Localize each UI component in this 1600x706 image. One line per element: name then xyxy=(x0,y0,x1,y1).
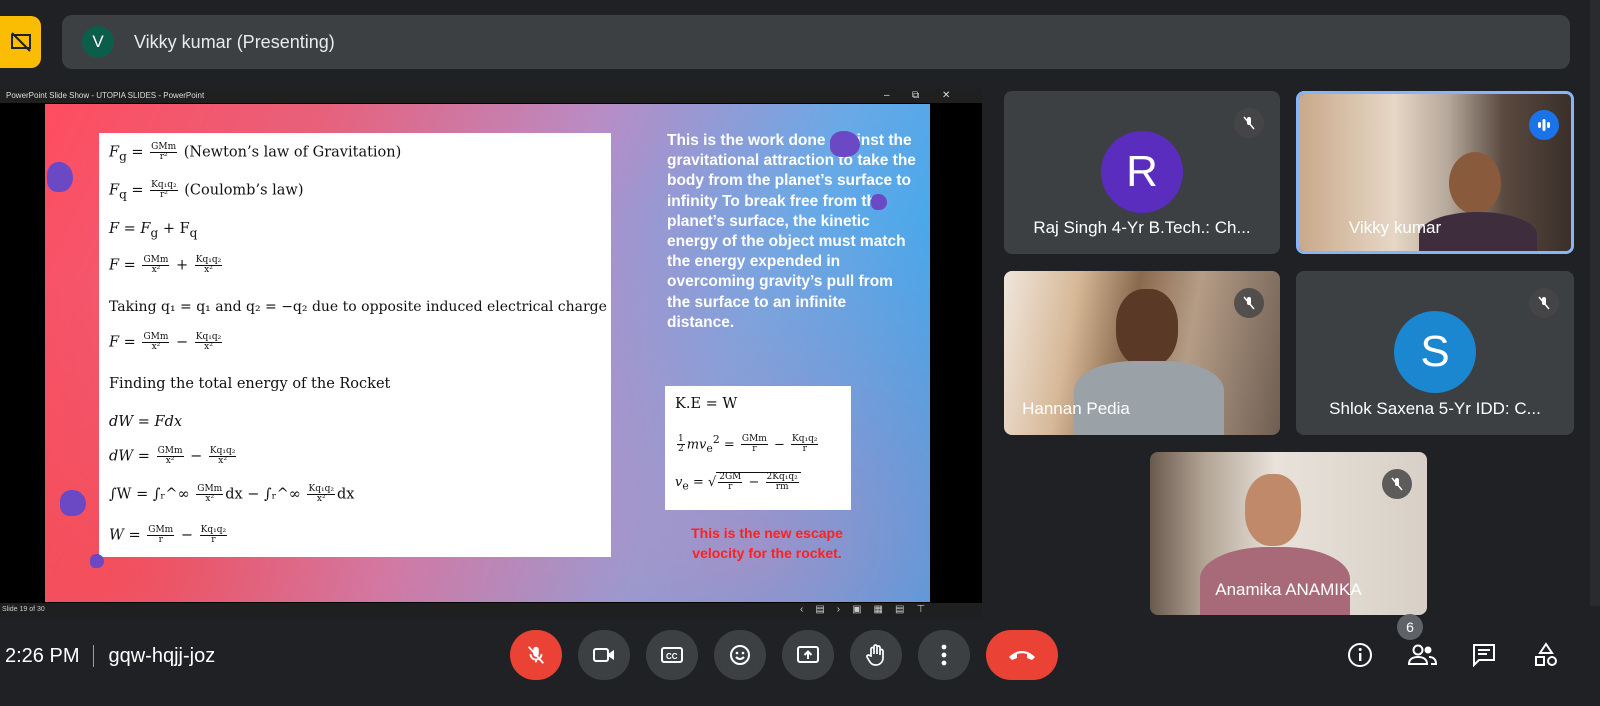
equation-sum: F = Fg + Fq xyxy=(109,221,198,240)
presenter-avatar: V xyxy=(82,26,114,58)
more-vert-icon xyxy=(941,644,947,666)
equation-panel: Fg = GMm r² (Newton’s law of Gravitation)… xyxy=(99,133,611,557)
present-screen-icon xyxy=(797,646,819,663)
speaking-indicator-icon xyxy=(1529,110,1559,140)
captions-icon: CC xyxy=(661,647,683,663)
raise-hand-button[interactable] xyxy=(850,630,902,680)
restore-icon[interactable]: ⧉ xyxy=(912,89,919,103)
emoji-icon xyxy=(730,645,750,665)
ke-equals-w: K.E = W xyxy=(675,396,738,412)
presenter-bar: V Vikky kumar (Presenting) xyxy=(62,15,1570,69)
leave-call-button[interactable] xyxy=(986,630,1058,680)
more-options-button[interactable] xyxy=(918,630,970,680)
participant-name: Hannan Pedia xyxy=(1022,399,1130,418)
hang-up-icon xyxy=(1009,651,1035,660)
participant-tile-hannan[interactable]: Hannan Pedia xyxy=(1004,271,1280,435)
clock-time: 2:26 PM xyxy=(5,644,80,667)
person-figure xyxy=(1245,474,1301,546)
equation-coulomb: Fq = Kq₁q₂ r² (Coulomb’s law) xyxy=(109,180,304,202)
meeting-code: gqw-hqjj-joz xyxy=(108,644,216,667)
escape-velocity-note: This is the new escape velocity for the … xyxy=(691,525,843,561)
participant-tile-shlok[interactable]: S Shlok Saxena 5-Yr IDD: C... xyxy=(1296,271,1574,435)
activities-button[interactable] xyxy=(1529,638,1563,672)
participant-name: Shlok Saxena 5-Yr IDD: C... xyxy=(1329,399,1541,418)
people-icon xyxy=(1407,644,1437,665)
equation-work: W = GMm r − Kq₁q₂ r xyxy=(109,525,228,545)
close-icon[interactable]: ✕ xyxy=(942,89,950,103)
rock-decoration xyxy=(871,194,887,210)
rock-decoration xyxy=(47,162,73,192)
participant-tile-anamika[interactable]: Anamika ANAMIKA xyxy=(1150,452,1427,615)
minimize-icon[interactable]: – xyxy=(884,89,890,103)
camera-toggle-button[interactable] xyxy=(578,630,630,680)
energy-heading: Finding the total energy of the Rocket xyxy=(109,376,391,392)
present-button[interactable] xyxy=(782,630,834,680)
slide: Fg = GMm r² (Newton’s law of Gravitation)… xyxy=(45,104,930,602)
person-figure xyxy=(1449,152,1501,214)
equation-force-minus: F = GMm x² − Kq₁q₂ x² xyxy=(109,332,223,352)
ppt-title-bar: PowerPoint Slide Show - UTOPIA SLIDES - … xyxy=(0,89,982,103)
chat-icon xyxy=(1473,644,1495,668)
participant-name: Raj Singh 4-Yr B.Tech.: Ch... xyxy=(1033,218,1251,237)
ppt-status-bar: Slide 19 of 30 ‹▤›▣▦▤⊤ xyxy=(0,603,982,617)
mic-off-icon xyxy=(1529,288,1559,318)
captions-button[interactable]: CC xyxy=(646,630,698,680)
people-button[interactable] xyxy=(1405,638,1439,672)
svg-text:CC: CC xyxy=(666,652,678,661)
slide-explanation: This is the work done against the gravit… xyxy=(667,132,916,331)
equation-integral: ∫W = ∫ᵣ^∞ GMm x² dx − ∫ᵣ^∞ Kq₁q₂ x² dx xyxy=(109,484,355,504)
person-figure xyxy=(1074,361,1224,435)
equation-newton: Fg = GMm r² (Newton’s law of Gravitation) xyxy=(109,142,402,164)
participant-name: Vikky kumar xyxy=(1348,218,1442,237)
equation-dw-expanded: dW = GMm x² − Kq₁q₂ x² xyxy=(109,446,237,466)
participant-tile-raj[interactable]: R Raj Singh 4-Yr B.Tech.: Ch... xyxy=(1004,91,1280,254)
ke-equation-box: K.E = W 1 2 mve2 = GMm r − Kq₁q₂ r ve = √ 2GM… xyxy=(665,386,851,510)
equation-force-plus: F = GMm x² + Kq₁q₂ x² xyxy=(109,255,223,275)
ke-expanded: 1 2 mve2 = GMm r − Kq₁q₂ r xyxy=(677,433,819,455)
meeting-details-button[interactable] xyxy=(1343,638,1377,672)
rock-decoration xyxy=(830,131,860,157)
participant-count-badge: 6 xyxy=(1397,614,1423,640)
equation-taking: Taking q₁ = q₁ and q₂ = −q₂ due to oppos… xyxy=(109,299,607,315)
mic-toggle-button[interactable] xyxy=(510,630,562,680)
activities-shapes-icon xyxy=(1535,642,1557,666)
mic-off-icon xyxy=(527,646,545,664)
reactions-button[interactable] xyxy=(714,630,766,680)
info-icon xyxy=(1348,643,1372,667)
avatar: R xyxy=(1101,131,1183,213)
rock-decoration xyxy=(60,490,86,516)
chat-button[interactable] xyxy=(1467,638,1501,672)
meeting-info: 2:26 PM gqw-hqjj-joz xyxy=(5,641,215,671)
rock-decoration xyxy=(90,554,104,568)
hand-icon xyxy=(866,644,884,666)
mic-off-icon xyxy=(1382,469,1412,499)
stop-presenting-icon[interactable] xyxy=(0,16,41,68)
presenter-label: Vikky kumar (Presenting) xyxy=(134,31,335,52)
escape-velocity-equation: ve = √ 2GM r − 2Kq₁q₂ rm xyxy=(675,472,801,493)
camera-icon xyxy=(593,648,614,662)
slide-counter: Slide 19 of 30 xyxy=(2,606,45,613)
slide-nav-icons[interactable]: ‹▤›▣▦▤⊤ xyxy=(800,603,937,617)
participant-tile-vikky[interactable]: Vikky kumar xyxy=(1296,91,1574,254)
participant-name: Anamika ANAMIKA xyxy=(1215,580,1362,599)
mic-off-icon xyxy=(1234,108,1264,138)
presentation-window: PowerPoint Slide Show - UTOPIA SLIDES - … xyxy=(0,89,982,617)
scrollbar[interactable] xyxy=(1590,0,1600,606)
person-figure xyxy=(1116,289,1178,367)
avatar: S xyxy=(1394,311,1476,393)
mic-off-icon xyxy=(1234,288,1264,318)
ppt-title: PowerPoint Slide Show - UTOPIA SLIDES - … xyxy=(6,91,205,100)
equation-dw: dW = Fdx xyxy=(109,414,183,430)
divider xyxy=(93,645,95,667)
